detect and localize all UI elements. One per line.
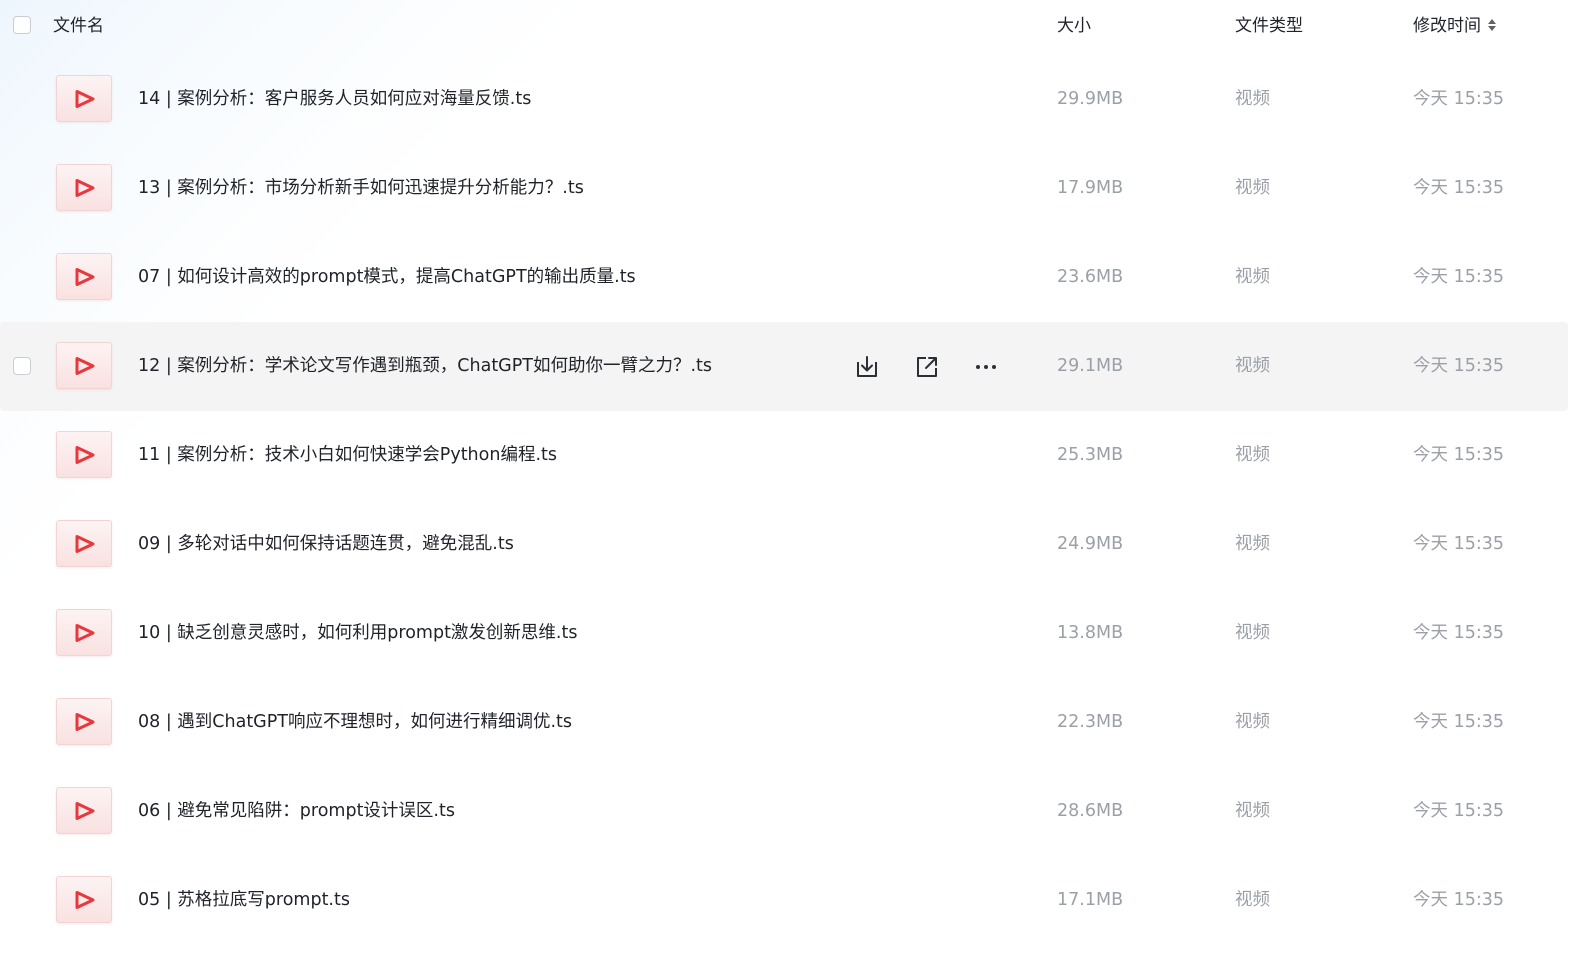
file-size: 17.9MB	[1057, 178, 1124, 198]
play-icon	[75, 891, 95, 909]
play-icon	[75, 90, 95, 108]
file-type: 视频	[1235, 89, 1270, 109]
file-row[interactable]: 07 | 如何设计高效的prompt模式，提高ChatGPT的输出质量.ts 23…	[0, 233, 1583, 322]
file-row[interactable]: 14 | 案例分析：客户服务人员如何应对海量反馈.ts 29.9MB 视频 今天 15…	[0, 55, 1583, 144]
file-type: 视频	[1235, 712, 1270, 732]
file-modified-time: 今天 15:35	[1413, 534, 1504, 554]
file-modified-time: 今天 15:35	[1413, 178, 1504, 198]
file-row[interactable]: 10 | 缺乏创意灵感时，如何利用prompt激发创新思维.ts 13.8MB 视频…	[0, 589, 1583, 678]
file-type: 视频	[1235, 890, 1270, 910]
file-name[interactable]: 08 | 遇到ChatGPT响应不理想时，如何进行精细调优.ts	[138, 709, 572, 735]
file-modified-time: 今天 15:35	[1413, 267, 1504, 287]
sort-icon[interactable]	[1487, 17, 1497, 33]
file-row[interactable]: 12 | 案例分析：学术论文写作遇到瓶颈，ChatGPT如何助你一臂之力？.ts…	[0, 322, 1568, 411]
more-icon[interactable]	[972, 353, 1000, 381]
play-icon	[75, 268, 95, 286]
file-size: 13.8MB	[1057, 623, 1124, 643]
file-size: 17.1MB	[1057, 890, 1124, 910]
file-type: 视频	[1235, 356, 1270, 376]
file-modified-time: 今天 15:35	[1413, 712, 1504, 732]
play-icon	[75, 624, 95, 642]
video-file-icon	[56, 253, 112, 300]
video-file-icon	[56, 520, 112, 567]
file-type: 视频	[1235, 801, 1270, 821]
play-icon	[75, 713, 95, 731]
file-type: 视频	[1235, 445, 1270, 465]
video-file-icon	[56, 342, 112, 389]
file-size: 24.9MB	[1057, 534, 1124, 554]
column-header-size[interactable]: 大小	[1057, 14, 1091, 38]
row-checkbox[interactable]	[13, 357, 31, 375]
share-icon[interactable]	[913, 353, 941, 381]
play-icon	[75, 446, 95, 464]
file-modified-time: 今天 15:35	[1413, 623, 1504, 643]
column-header-name[interactable]: 文件名	[53, 14, 104, 38]
play-icon	[75, 357, 95, 375]
file-name[interactable]: 06 | 避免常见陷阱：prompt设计误区.ts	[138, 798, 455, 824]
file-modified-time: 今天 15:35	[1413, 445, 1504, 465]
file-name[interactable]: 11 | 案例分析：技术小白如何快速学会Python编程.ts	[138, 442, 557, 468]
play-icon	[75, 802, 95, 820]
file-type: 视频	[1235, 267, 1270, 287]
file-type: 视频	[1235, 178, 1270, 198]
file-list-header: 文件名 大小 文件类型 修改时间	[0, 0, 1583, 52]
file-name[interactable]: 05 | 苏格拉底写prompt.ts	[138, 887, 350, 913]
play-icon	[75, 535, 95, 553]
column-header-type[interactable]: 文件类型	[1235, 14, 1303, 38]
file-name[interactable]: 09 | 多轮对话中如何保持话题连贯，避免混乱.ts	[138, 531, 514, 557]
file-name[interactable]: 10 | 缺乏创意灵感时，如何利用prompt激发创新思维.ts	[138, 620, 577, 646]
video-file-icon	[56, 787, 112, 834]
file-name[interactable]: 12 | 案例分析：学术论文写作遇到瓶颈，ChatGPT如何助你一臂之力？.ts	[138, 353, 712, 379]
file-row[interactable]: 09 | 多轮对话中如何保持话题连贯，避免混乱.ts 24.9MB 视频 今天 15:…	[0, 500, 1583, 589]
video-file-icon	[56, 164, 112, 211]
file-type: 视频	[1235, 534, 1270, 554]
file-size: 29.9MB	[1057, 89, 1124, 109]
file-modified-time: 今天 15:35	[1413, 801, 1504, 821]
file-size: 25.3MB	[1057, 445, 1124, 465]
file-size: 23.6MB	[1057, 267, 1124, 287]
file-size: 29.1MB	[1057, 356, 1124, 376]
file-row[interactable]: 08 | 遇到ChatGPT响应不理想时，如何进行精细调优.ts 22.3MB 视频…	[0, 678, 1583, 767]
file-row[interactable]: 05 | 苏格拉底写prompt.ts 17.1MB 视频 今天 15:35	[0, 856, 1583, 945]
select-all-checkbox[interactable]	[13, 16, 31, 34]
column-header-modified[interactable]: 修改时间	[1413, 14, 1497, 38]
video-file-icon	[56, 609, 112, 656]
column-header-modified-label: 修改时间	[1413, 16, 1481, 36]
file-list: 14 | 案例分析：客户服务人员如何应对海量反馈.ts 29.9MB 视频 今天 15…	[0, 55, 1583, 945]
file-modified-time: 今天 15:35	[1413, 356, 1504, 376]
download-icon[interactable]	[853, 353, 881, 381]
file-modified-time: 今天 15:35	[1413, 890, 1504, 910]
file-modified-time: 今天 15:35	[1413, 89, 1504, 109]
file-list-page: 文件名 大小 文件类型 修改时间 14 | 案例分析：客户服务人员如何应对海量反…	[0, 0, 1583, 955]
video-file-icon	[56, 75, 112, 122]
video-file-icon	[56, 698, 112, 745]
file-row[interactable]: 06 | 避免常见陷阱：prompt设计误区.ts 28.6MB 视频 今天 15:3…	[0, 767, 1583, 856]
play-icon	[75, 179, 95, 197]
file-name[interactable]: 07 | 如何设计高效的prompt模式，提高ChatGPT的输出质量.ts	[138, 264, 636, 290]
file-name[interactable]: 13 | 案例分析：市场分析新手如何迅速提升分析能力？.ts	[138, 175, 584, 201]
video-file-icon	[56, 431, 112, 478]
file-size: 28.6MB	[1057, 801, 1124, 821]
file-row[interactable]: 13 | 案例分析：市场分析新手如何迅速提升分析能力？.ts 17.9MB 视频 今天…	[0, 144, 1583, 233]
video-file-icon	[56, 876, 112, 923]
file-row[interactable]: 11 | 案例分析：技术小白如何快速学会Python编程.ts 25.3MB 视频 今…	[0, 411, 1583, 500]
file-type: 视频	[1235, 623, 1270, 643]
file-size: 22.3MB	[1057, 712, 1124, 732]
file-name[interactable]: 14 | 案例分析：客户服务人员如何应对海量反馈.ts	[138, 86, 531, 112]
